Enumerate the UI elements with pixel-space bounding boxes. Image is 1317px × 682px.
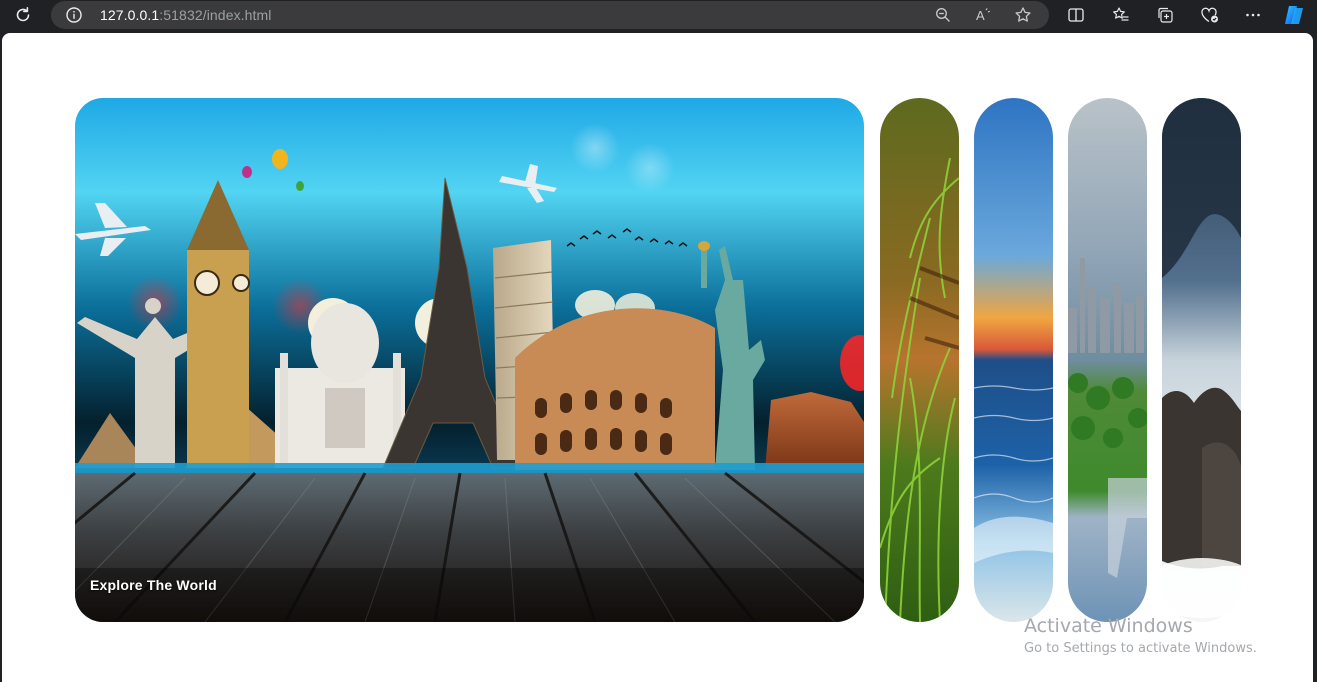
- watermark-subtitle: Go to Settings to activate Windows.: [1024, 641, 1257, 656]
- card-caption: Explore The World: [90, 577, 217, 593]
- zoom-out-icon[interactable]: [933, 5, 953, 25]
- gallery-card-ocean[interactable]: [974, 98, 1053, 622]
- city-park-image: [1068, 98, 1147, 622]
- misty-mountains-image: [1162, 98, 1241, 622]
- copilot-icon[interactable]: [1282, 3, 1306, 27]
- more-icon[interactable]: [1241, 3, 1265, 27]
- watermark-title: Activate Windows: [1024, 615, 1193, 637]
- gallery-card-mountains[interactable]: [1162, 98, 1241, 622]
- url-host: 127.0.0.1: [100, 7, 160, 23]
- browser-essentials-icon[interactable]: [1198, 3, 1222, 27]
- page-viewport: Explore The World Activate Windows Go to…: [2, 33, 1313, 682]
- browser-toolbar: 127.0.0.1:51832/index.html A: [0, 0, 1317, 30]
- site-info-icon[interactable]: [65, 6, 83, 24]
- windows-activation-watermark: Activate Windows Go to Settings to activ…: [1024, 615, 1257, 656]
- address-bar[interactable]: 127.0.0.1:51832/index.html A: [51, 1, 1049, 29]
- url-path: :51832/index.html: [159, 7, 272, 23]
- url-text[interactable]: 127.0.0.1:51832/index.html: [100, 7, 272, 23]
- favorites-icon[interactable]: [1109, 3, 1133, 27]
- grass-tiger-image: [880, 98, 959, 622]
- reload-icon[interactable]: [11, 3, 35, 27]
- gallery-card-city[interactable]: [1068, 98, 1147, 622]
- ocean-sunset-image: [974, 98, 1053, 622]
- read-aloud-icon[interactable]: A: [974, 5, 994, 25]
- favorite-star-icon[interactable]: [1013, 5, 1033, 25]
- collections-icon[interactable]: [1153, 3, 1177, 27]
- gallery-card-main[interactable]: Explore The World: [75, 98, 864, 622]
- svg-text:A: A: [976, 8, 985, 23]
- world-landmarks-image: [75, 98, 864, 622]
- gallery-card-grass[interactable]: [880, 98, 959, 622]
- split-screen-icon[interactable]: [1064, 3, 1088, 27]
